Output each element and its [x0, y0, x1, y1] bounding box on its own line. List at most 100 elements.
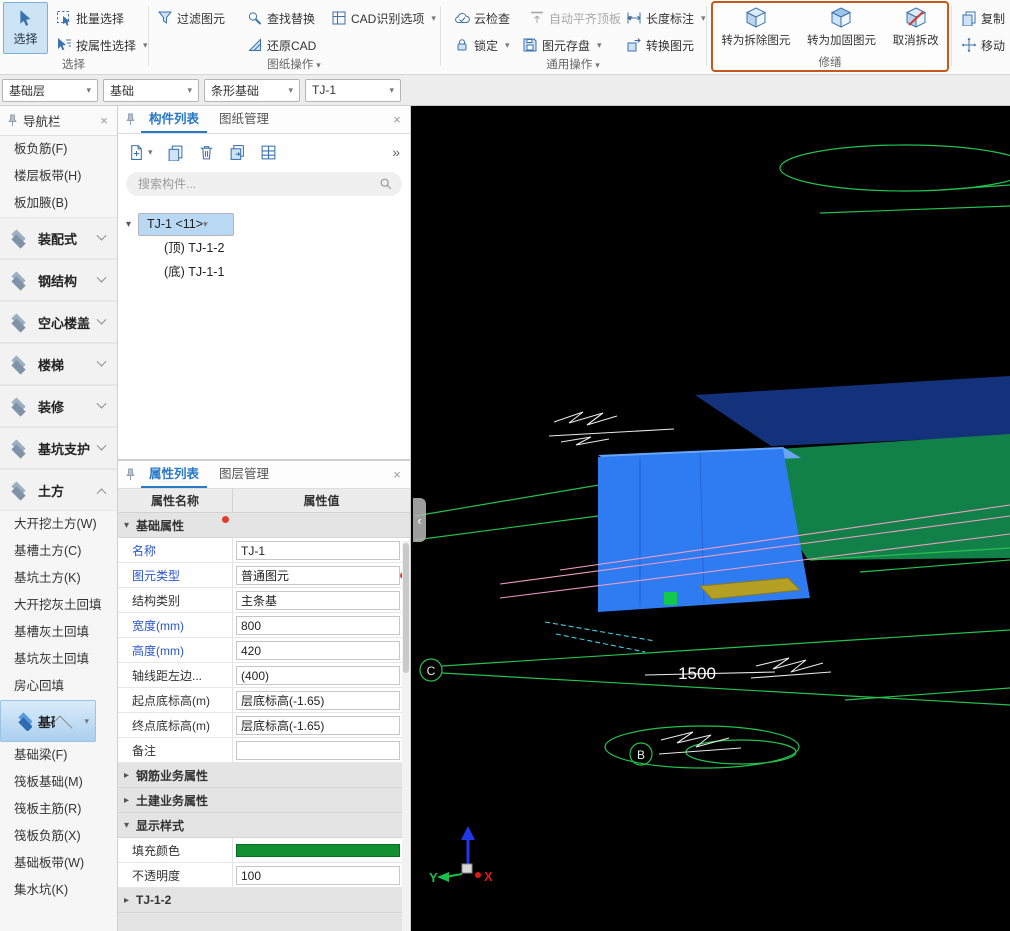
- sidebar-item-leaf[interactable]: 筏板负筋(X): [0, 823, 117, 850]
- tree-item-root[interactable]: TJ-1 <11>: [118, 212, 410, 236]
- find-replace-button[interactable]: 查找替换: [243, 7, 319, 29]
- scrollbar[interactable]: [402, 541, 410, 931]
- sidebar-item-earthwork[interactable]: 土方: [0, 469, 117, 511]
- sidebar-item-leaf[interactable]: 基础板带(W): [0, 850, 117, 877]
- sidebar-item-leaf[interactable]: 筏板主筋(R): [0, 796, 117, 823]
- tab-layer-management[interactable]: 图层管理: [211, 461, 277, 488]
- group-label-drawing[interactable]: 图纸操作: [150, 56, 438, 72]
- property-section-basic[interactable]: 基础属性: [118, 513, 410, 538]
- property-value-input[interactable]: 主条基: [236, 590, 400, 610]
- component-search-input[interactable]: [126, 172, 402, 196]
- tree-expand-icon[interactable]: [126, 219, 138, 230]
- property-value-input[interactable]: 100: [236, 865, 400, 885]
- sidebar-item-leaf[interactable]: 筏板基础(M): [0, 769, 117, 796]
- sidebar-item-leaf[interactable]: 板加腋(B): [0, 190, 117, 217]
- category-select[interactable]: 基础: [103, 78, 199, 102]
- property-value-input[interactable]: [236, 740, 400, 760]
- lock-button[interactable]: 锁定: [450, 34, 514, 56]
- axis-x-label: X: [484, 869, 493, 884]
- property-section-display[interactable]: 显示样式: [118, 813, 410, 838]
- to-reinforce-button[interactable]: 转为加固图元: [807, 6, 876, 48]
- property-section-civil[interactable]: 土建业务属性: [118, 788, 410, 813]
- property-value-input[interactable]: (400): [236, 665, 400, 685]
- filter-elements-button[interactable]: 过滤图元: [153, 7, 229, 29]
- sidebar-item-leaf[interactable]: 基坑灰土回填: [0, 646, 117, 673]
- sidebar-item-leaf[interactable]: 大开挖灰土回填: [0, 592, 117, 619]
- sidebar-item-foundation[interactable]: 基础: [0, 700, 96, 742]
- element-select[interactable]: TJ-1: [305, 78, 401, 102]
- batch-select-button[interactable]: 批量选择: [52, 7, 128, 29]
- property-value-input[interactable]: 普通图元: [236, 565, 400, 585]
- sidebar-item-leaf[interactable]: 基槽灰土回填: [0, 619, 117, 646]
- cloud-check-button[interactable]: 云检查: [450, 7, 514, 29]
- restore-cad-button[interactable]: 还原CAD: [243, 34, 320, 56]
- to-demolition-button[interactable]: 转为拆除图元: [721, 6, 790, 48]
- panel-collapse-button[interactable]: [413, 498, 426, 542]
- close-icon[interactable]: [390, 468, 404, 482]
- sidebar-item-pit-support[interactable]: 基坑支护: [0, 427, 117, 469]
- save-element-button[interactable]: 图元存盘: [518, 34, 606, 56]
- more-tools-button[interactable]: [392, 144, 400, 160]
- sidebar-item-leaf[interactable]: 房心回填: [0, 673, 117, 700]
- attr-select-button[interactable]: 按属性选择: [52, 34, 152, 56]
- property-value-input[interactable]: 层底标高(-1.65): [236, 715, 400, 735]
- copy-button[interactable]: 复制: [957, 7, 1009, 29]
- viewport-3d[interactable]: C 1500 B Y X ‹: [411, 106, 1010, 931]
- property-row: 填充颜色: [118, 838, 410, 863]
- length-annotation-button[interactable]: 长度标注: [622, 7, 710, 29]
- level-select[interactable]: 基础层: [2, 78, 98, 102]
- sidebar-item-steel[interactable]: 钢结构: [0, 259, 117, 301]
- restore-cad-icon: [248, 38, 261, 51]
- sidebar-item-hollow-slab[interactable]: 空心楼盖: [0, 301, 117, 343]
- storey-copy-button[interactable]: [260, 144, 277, 161]
- delete-component-button[interactable]: [198, 144, 215, 161]
- tab-property-list[interactable]: 属性列表: [141, 461, 208, 488]
- save-disk-icon: [523, 38, 537, 52]
- cancel-demolition-button[interactable]: 取消拆改: [893, 6, 939, 48]
- sidebar-item-leaf[interactable]: 基坑土方(K): [0, 565, 117, 592]
- property-value-input[interactable]: 420: [236, 640, 400, 660]
- cad-recognize-options-button[interactable]: CAD识别选项: [327, 7, 440, 29]
- property-value-input[interactable]: 层底标高(-1.65): [236, 690, 400, 710]
- pin-icon[interactable]: [124, 468, 137, 481]
- app-window: 选择 批量选择 按属性选择 过滤图元 查找替换 CAD识别选项 还原CAD: [0, 0, 1010, 931]
- sidebar-item-stairs[interactable]: 楼梯: [0, 343, 117, 385]
- sidebar-item-leaf[interactable]: 基础梁(F): [0, 742, 117, 769]
- auto-align-top-button[interactable]: 自动平齐顶板: [525, 7, 637, 29]
- chevron-down-icon: [96, 314, 107, 325]
- pin-icon[interactable]: [6, 114, 19, 127]
- scrollbar-thumb[interactable]: [403, 543, 409, 673]
- move-button[interactable]: 移动: [957, 34, 1009, 56]
- new-component-button[interactable]: [128, 144, 153, 161]
- property-section-rebar[interactable]: 钢筋业务属性: [118, 763, 410, 788]
- green-handle[interactable]: [664, 592, 677, 605]
- tree-item-top[interactable]: (顶) TJ-1-2: [118, 236, 410, 260]
- close-icon[interactable]: [97, 114, 111, 128]
- sidebar-item-decoration[interactable]: 装修: [0, 385, 117, 427]
- sidebar-item-prefab[interactable]: 装配式: [0, 217, 117, 259]
- pin-icon[interactable]: [124, 113, 137, 126]
- type-select[interactable]: 条形基础: [204, 78, 300, 102]
- property-value-input[interactable]: 800: [236, 615, 400, 635]
- property-section-tj12[interactable]: TJ-1-2: [118, 888, 410, 913]
- property-value-input[interactable]: TJ-1: [236, 540, 400, 560]
- tab-component-list[interactable]: 构件列表: [141, 106, 208, 133]
- tree-item-bottom[interactable]: (底) TJ-1-1: [118, 260, 410, 284]
- length-dim-icon: [627, 12, 641, 24]
- tab-drawing-management[interactable]: 图纸管理: [211, 106, 277, 133]
- sidebar-item-leaf[interactable]: 大开挖土方(W): [0, 511, 117, 538]
- sidebar-item-leaf[interactable]: 板负筋(F): [0, 136, 117, 163]
- annotation-scribbles: [750, 657, 832, 679]
- select-mode-button[interactable]: 选择: [3, 2, 48, 54]
- category-icon: [8, 270, 32, 290]
- cad-options-icon: [332, 11, 346, 25]
- convert-element-button[interactable]: 转换图元: [622, 34, 698, 56]
- copy-between-layers-button[interactable]: [229, 144, 246, 161]
- sidebar-item-leaf[interactable]: 集水坑(K): [0, 877, 117, 904]
- copy-component-button[interactable]: [167, 144, 184, 161]
- sidebar-item-leaf[interactable]: 基槽土方(C): [0, 538, 117, 565]
- group-label-general[interactable]: 通用操作: [441, 56, 705, 72]
- close-icon[interactable]: [390, 113, 404, 127]
- fill-color-swatch[interactable]: [236, 843, 400, 857]
- sidebar-item-leaf[interactable]: 楼层板带(H): [0, 163, 117, 190]
